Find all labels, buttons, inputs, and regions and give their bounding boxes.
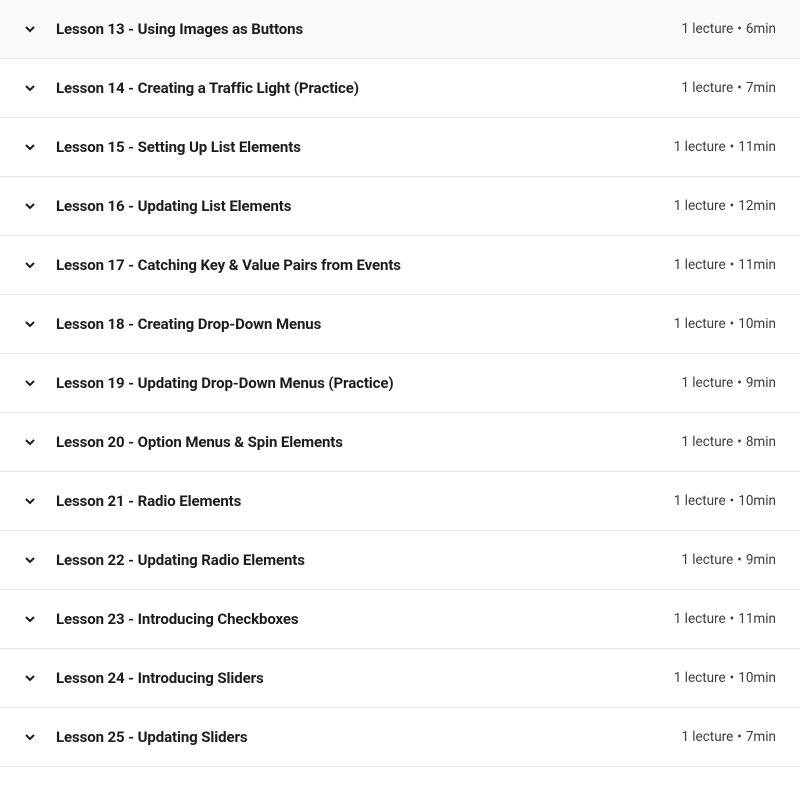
lesson-row[interactable]: Lesson 21 - Radio Elements 1 lecture•10mi… (0, 472, 800, 531)
lesson-title: Lesson 13 - Using Images as Buttons (56, 20, 665, 38)
lesson-duration: 7min (746, 80, 776, 96)
lesson-title: Lesson 17 - Catching Key & Value Pairs f… (56, 256, 658, 274)
lesson-title: Lesson 24 - Introducing Sliders (56, 669, 658, 687)
separator-dot: • (730, 198, 735, 214)
chevron-down-icon (24, 23, 36, 35)
lesson-title: Lesson 21 - Radio Elements (56, 492, 658, 510)
lesson-meta: 1 lecture•7min (681, 729, 776, 745)
separator-dot: • (737, 21, 742, 37)
lesson-duration: 10min (738, 493, 776, 509)
lesson-row[interactable]: Lesson 16 - Updating List Elements 1 lect… (0, 177, 800, 236)
lesson-title: Lesson 14 - Creating a Traffic Light (Pr… (56, 79, 665, 97)
lesson-lecture-count: 1 lecture (674, 316, 726, 332)
lesson-title: Lesson 25 - Updating Sliders (56, 728, 665, 746)
lesson-row[interactable]: Lesson 17 - Catching Key & Value Pairs f… (0, 236, 800, 295)
lesson-duration: 7min (746, 729, 776, 745)
chevron-down-icon (24, 141, 36, 153)
lesson-row[interactable]: Lesson 22 - Updating Radio Elements 1 lec… (0, 531, 800, 590)
separator-dot: • (730, 670, 735, 686)
separator-dot: • (737, 552, 742, 568)
lesson-meta: 1 lecture•11min (674, 611, 776, 627)
separator-dot: • (737, 729, 742, 745)
chevron-down-icon (24, 672, 36, 684)
lesson-title: Lesson 15 - Setting Up List Elements (56, 138, 658, 156)
chevron-down-icon (24, 200, 36, 212)
lesson-duration: 11min (738, 611, 776, 627)
lesson-list: Lesson 13 - Using Images as Buttons 1 lec… (0, 0, 800, 767)
lesson-meta: 1 lecture•7min (681, 80, 776, 96)
lesson-meta: 1 lecture•10min (674, 670, 776, 686)
chevron-down-icon (24, 436, 36, 448)
chevron-down-icon (24, 377, 36, 389)
chevron-down-icon (24, 82, 36, 94)
separator-dot: • (737, 434, 742, 450)
lesson-lecture-count: 1 lecture (674, 257, 726, 273)
lesson-row[interactable]: Lesson 14 - Creating a Traffic Light (Pr… (0, 59, 800, 118)
separator-dot: • (730, 257, 735, 273)
lesson-duration: 8min (746, 434, 776, 450)
chevron-down-icon (24, 613, 36, 625)
lesson-lecture-count: 1 lecture (674, 198, 726, 214)
lesson-meta: 1 lecture•9min (681, 552, 776, 568)
lesson-meta: 1 lecture•12min (674, 198, 776, 214)
lesson-lecture-count: 1 lecture (681, 552, 733, 568)
lesson-lecture-count: 1 lecture (681, 80, 733, 96)
lesson-duration: 9min (746, 375, 776, 391)
lesson-title: Lesson 22 - Updating Radio Elements (56, 551, 665, 569)
lesson-duration: 11min (738, 257, 776, 273)
lesson-lecture-count: 1 lecture (674, 139, 726, 155)
lesson-row[interactable]: Lesson 24 - Introducing Sliders 1 lecture… (0, 649, 800, 708)
lesson-row[interactable]: Lesson 18 - Creating Drop-Down Menus 1 le… (0, 295, 800, 354)
chevron-down-icon (24, 318, 36, 330)
separator-dot: • (737, 375, 742, 391)
chevron-down-icon (24, 554, 36, 566)
separator-dot: • (737, 80, 742, 96)
lesson-meta: 1 lecture•11min (674, 257, 776, 273)
lesson-duration: 10min (738, 670, 776, 686)
lesson-row[interactable]: Lesson 23 - Introducing Checkboxes 1 lect… (0, 590, 800, 649)
chevron-down-icon (24, 495, 36, 507)
chevron-down-icon (24, 731, 36, 743)
lesson-duration: 12min (738, 198, 776, 214)
separator-dot: • (730, 611, 735, 627)
lesson-lecture-count: 1 lecture (681, 375, 733, 391)
lesson-title: Lesson 16 - Updating List Elements (56, 197, 658, 215)
lesson-row[interactable]: Lesson 20 - Option Menus & Spin Elements… (0, 413, 800, 472)
lesson-title: Lesson 20 - Option Menus & Spin Elements (56, 433, 665, 451)
lesson-meta: 1 lecture•10min (674, 493, 776, 509)
lesson-title: Lesson 23 - Introducing Checkboxes (56, 610, 658, 628)
lesson-meta: 1 lecture•10min (674, 316, 776, 332)
separator-dot: • (730, 316, 735, 332)
lesson-row[interactable]: Lesson 25 - Updating Sliders 1 lecture•7m… (0, 708, 800, 767)
lesson-lecture-count: 1 lecture (681, 21, 733, 37)
separator-dot: • (730, 493, 735, 509)
lesson-lecture-count: 1 lecture (681, 434, 733, 450)
chevron-down-icon (24, 259, 36, 271)
lesson-meta: 1 lecture•8min (681, 434, 776, 450)
lesson-duration: 11min (738, 139, 776, 155)
lesson-lecture-count: 1 lecture (681, 729, 733, 745)
separator-dot: • (730, 139, 735, 155)
lesson-lecture-count: 1 lecture (674, 493, 726, 509)
lesson-title: Lesson 18 - Creating Drop-Down Menus (56, 315, 658, 333)
lesson-meta: 1 lecture•6min (681, 21, 776, 37)
lesson-title: Lesson 19 - Updating Drop-Down Menus (Pr… (56, 374, 665, 392)
lesson-meta: 1 lecture•11min (674, 139, 776, 155)
lesson-lecture-count: 1 lecture (674, 611, 726, 627)
lesson-row[interactable]: Lesson 15 - Setting Up List Elements 1 le… (0, 118, 800, 177)
lesson-duration: 10min (738, 316, 776, 332)
lesson-meta: 1 lecture•9min (681, 375, 776, 391)
lesson-duration: 9min (746, 552, 776, 568)
lesson-row[interactable]: Lesson 13 - Using Images as Buttons 1 lec… (0, 0, 800, 59)
lesson-duration: 6min (746, 21, 776, 37)
lesson-lecture-count: 1 lecture (674, 670, 726, 686)
lesson-row[interactable]: Lesson 19 - Updating Drop-Down Menus (Pr… (0, 354, 800, 413)
